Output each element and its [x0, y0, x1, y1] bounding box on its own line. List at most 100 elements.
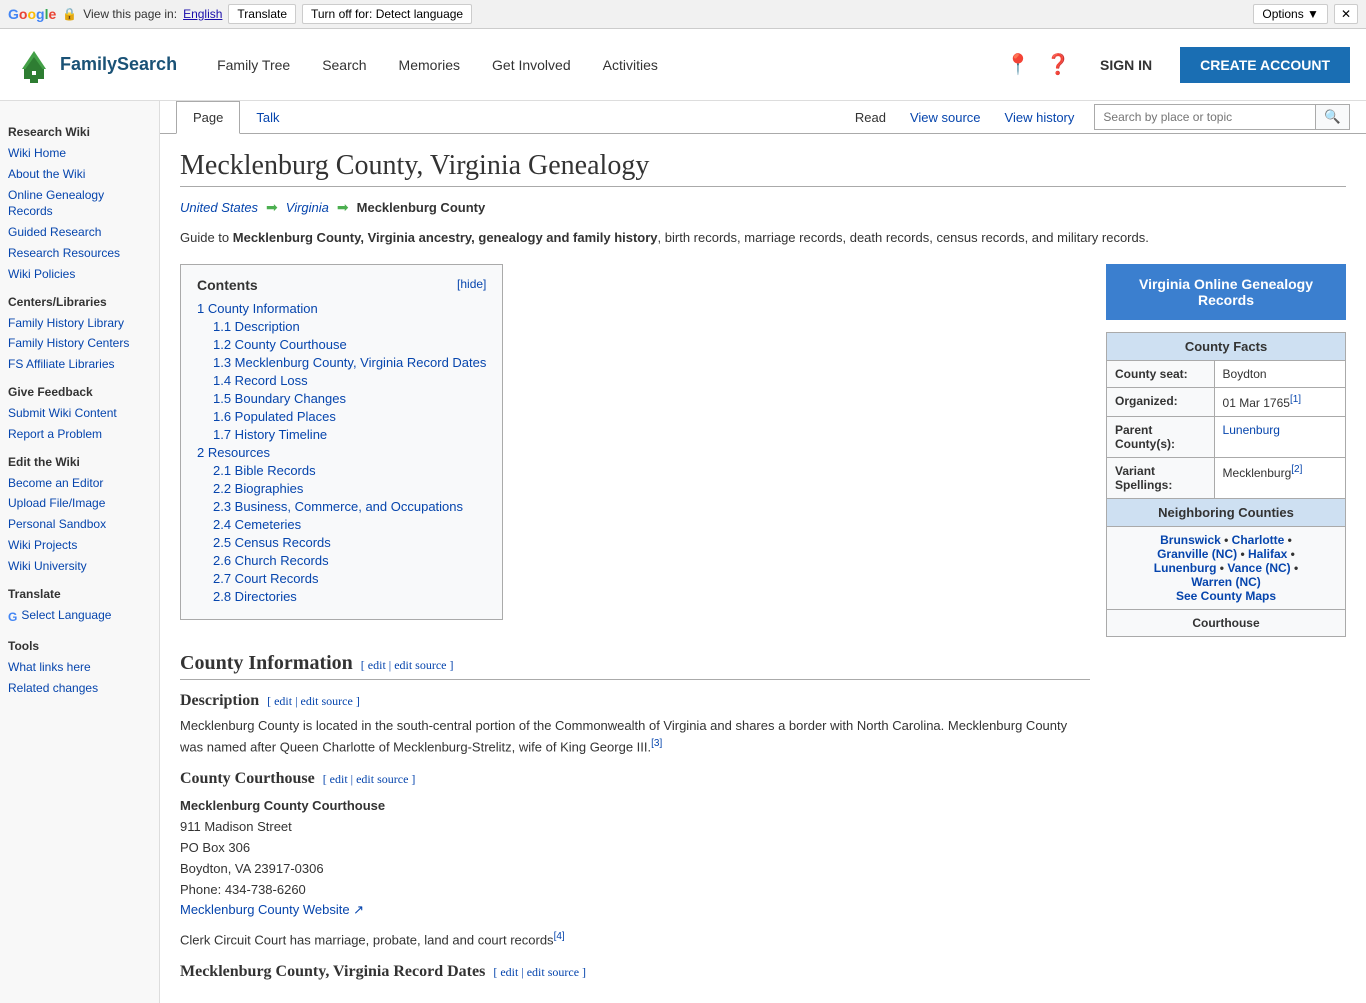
breadcrumb-state[interactable]: Virginia [286, 200, 329, 215]
sidebar-item-family-history-centers[interactable]: Family History Centers [8, 335, 151, 352]
edit-link-record-dates[interactable]: [ edit | edit source ] [493, 965, 586, 979]
sidebar-item-what-links[interactable]: What links here [8, 659, 151, 676]
contents-link-1-1[interactable]: 1.1 Description [213, 319, 300, 334]
contents-link-2-7[interactable]: 2.7 Court Records [213, 571, 319, 586]
county-facts-table: County Facts County seat: Boydton Organi… [1106, 332, 1346, 637]
edit-link-courthouse[interactable]: [ edit | edit source ] [323, 772, 416, 786]
sidebar-item-research-resources[interactable]: Research Resources [8, 245, 151, 262]
granville-link[interactable]: Granville (NC) [1157, 547, 1237, 561]
nav-memories[interactable]: Memories [383, 49, 476, 81]
sidebar-item-become-editor[interactable]: Become an Editor [8, 475, 151, 492]
side-col: Virginia Online Genealogy Records County… [1106, 264, 1346, 988]
contents-link-2-4[interactable]: 2.4 Cemeteries [213, 517, 301, 532]
sidebar-item-fs-affiliate[interactable]: FS Affiliate Libraries [8, 356, 151, 373]
tab-talk[interactable]: Talk [240, 102, 295, 133]
vance-link[interactable]: Vance (NC) [1227, 561, 1290, 575]
contents-link-2-3[interactable]: 2.3 Business, Commerce, and Occupations [213, 499, 463, 514]
neighbors-cell: Brunswick • Charlotte • Granville (NC) •… [1107, 526, 1346, 609]
ref-4[interactable]: [4] [554, 931, 565, 942]
create-account-button[interactable]: CREATE ACCOUNT [1180, 47, 1350, 83]
sidebar-item-submit-wiki[interactable]: Submit Wiki Content [8, 405, 151, 422]
breadcrumb-us[interactable]: United States [180, 200, 258, 215]
wiki-search-input[interactable] [1095, 106, 1315, 128]
tab-read[interactable]: Read [843, 102, 898, 133]
charlotte-link[interactable]: Charlotte [1232, 533, 1285, 547]
language-link[interactable]: English [183, 7, 222, 21]
county-info-edit: [ edit | edit source ] [361, 658, 454, 673]
lunenburg-link[interactable]: Lunenburg [1223, 423, 1280, 437]
logo-link[interactable]: FamilySearch [16, 47, 177, 83]
location-icon[interactable]: 📍 [1004, 51, 1032, 79]
familysearch-logo-icon [16, 47, 52, 83]
translate-button[interactable]: Translate [228, 4, 296, 24]
options-button[interactable]: Options ▼ [1253, 4, 1328, 24]
variant-spellings-label: Variant Spellings: [1107, 457, 1215, 498]
neighboring-counties-header: Neighboring Counties [1107, 498, 1346, 526]
sidebar-item-online-records[interactable]: Online Genealogy Records [8, 187, 151, 221]
sidebar-item-about-wiki[interactable]: About the Wiki [8, 166, 151, 183]
sidebar-item-wiki-policies[interactable]: Wiki Policies [8, 266, 151, 283]
contents-link-1[interactable]: 1 County Information [197, 301, 318, 316]
parent-county-label: Parent County(s): [1107, 416, 1215, 457]
variant-ref[interactable]: [2] [1291, 464, 1302, 475]
close-button[interactable]: ✕ [1334, 4, 1358, 24]
warren-link[interactable]: Warren (NC) [1191, 575, 1261, 589]
list-item: 2 Resources [197, 445, 486, 460]
turn-off-button[interactable]: Turn off for: Detect language [302, 4, 472, 24]
contents-link-2-8[interactable]: 2.8 Directories [213, 589, 297, 604]
contents-link-1-6[interactable]: 1.6 Populated Places [213, 409, 336, 424]
nav-get-involved[interactable]: Get Involved [476, 49, 587, 81]
tab-actions: Read View source View history 🔍 [843, 102, 1350, 133]
address-line-2: PO Box 306 [180, 840, 250, 855]
courthouse-website-link[interactable]: Mecklenburg County Website ↗ [180, 902, 364, 917]
wiki-search-button[interactable]: 🔍 [1315, 105, 1349, 129]
organized-row: Organized: 01 Mar 1765[1] [1107, 387, 1346, 416]
sidebar-item-guided-research[interactable]: Guided Research [8, 224, 151, 241]
sidebar-item-related-changes[interactable]: Related changes [8, 680, 151, 697]
halifax-link[interactable]: Halifax [1248, 547, 1287, 561]
contents-link-2-1[interactable]: 2.1 Bible Records [213, 463, 316, 478]
courthouse-header: County Courthouse [ edit | edit source ] [180, 770, 1090, 788]
sidebar-item-wiki-home[interactable]: Wiki Home [8, 145, 151, 162]
sidebar-item-wiki-projects[interactable]: Wiki Projects [8, 537, 151, 554]
sidebar-item-personal-sandbox[interactable]: Personal Sandbox [8, 516, 151, 533]
contents-hide-link[interactable]: [hide] [457, 277, 486, 293]
nav-activities[interactable]: Activities [587, 49, 674, 81]
ref-3[interactable]: [3] [651, 738, 662, 749]
tab-view-source[interactable]: View source [898, 102, 993, 133]
contents-link-2-6[interactable]: 2.6 Church Records [213, 553, 329, 568]
address-line-1: 911 Madison Street [180, 819, 292, 834]
contents-link-2-2[interactable]: 2.2 Biographies [213, 481, 303, 496]
description-edit: [ edit | edit source ] [267, 694, 360, 709]
virginia-genealogy-button[interactable]: Virginia Online Genealogy Records [1106, 264, 1346, 320]
select-language-link[interactable]: Select Language [21, 607, 111, 624]
contents-link-1-5[interactable]: 1.5 Boundary Changes [213, 391, 346, 406]
help-icon[interactable]: ❓ [1044, 51, 1072, 79]
brunswick-link[interactable]: Brunswick [1160, 533, 1221, 547]
courthouse-edit: [ edit | edit source ] [323, 772, 416, 787]
lunenburg-neighbor-link[interactable]: Lunenburg [1154, 561, 1217, 575]
view-page-label: View this page in: [83, 7, 177, 21]
nav-family-tree[interactable]: Family Tree [201, 49, 306, 81]
contents-link-2[interactable]: 2 Resources [197, 445, 270, 460]
sidebar-item-wiki-university[interactable]: Wiki University [8, 558, 151, 575]
tab-page[interactable]: Page [176, 101, 240, 134]
contents-link-1-3[interactable]: 1.3 Mecklenburg County, Virginia Record … [213, 355, 486, 370]
nav-search[interactable]: Search [306, 49, 382, 81]
tab-view-history[interactable]: View history [993, 102, 1087, 133]
contents-link-1-2[interactable]: 1.2 County Courthouse [213, 337, 347, 352]
sidebar-item-upload-file[interactable]: Upload File/Image [8, 495, 151, 512]
sidebar-item-report-problem[interactable]: Report a Problem [8, 426, 151, 443]
organized-ref[interactable]: [1] [1290, 394, 1301, 405]
see-county-maps-link[interactable]: See County Maps [1176, 589, 1276, 603]
contents-link-2-5[interactable]: 2.5 Census Records [213, 535, 331, 550]
sidebar-item-family-history-library[interactable]: Family History Library [8, 315, 151, 332]
contents-link-1-7[interactable]: 1.7 History Timeline [213, 427, 327, 442]
edit-link-description[interactable]: [ edit | edit source ] [267, 694, 360, 708]
sign-in-button[interactable]: SIGN IN [1084, 49, 1168, 81]
courthouse-facts-header: Courthouse [1107, 609, 1346, 636]
header: FamilySearch Family Tree Search Memories… [0, 29, 1366, 101]
edit-link-county-info[interactable]: [ edit | edit source ] [361, 658, 454, 672]
contents-link-1-4[interactable]: 1.4 Record Loss [213, 373, 308, 388]
variant-spellings-row: Variant Spellings: Mecklenburg[2] [1107, 457, 1346, 498]
